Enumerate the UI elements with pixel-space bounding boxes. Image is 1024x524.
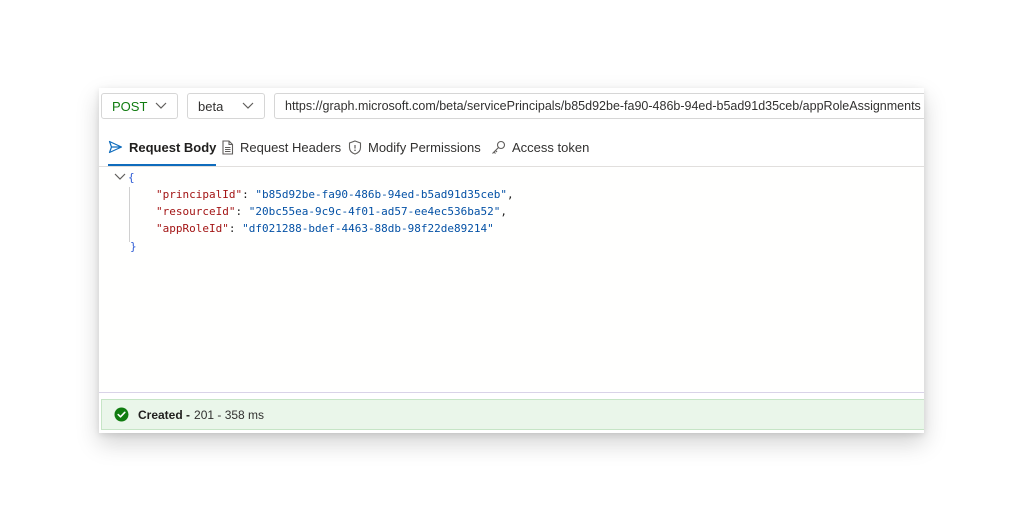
status-bar: Created - 201 - 358 ms <box>101 399 924 430</box>
json-key: "principalId" <box>156 188 243 201</box>
indent-guide <box>129 187 130 242</box>
tab-label: Access token <box>512 139 590 155</box>
tab-request-body[interactable]: Request Body <box>108 134 217 166</box>
version-value: beta <box>198 98 224 114</box>
key-icon <box>492 140 506 154</box>
tab-request-headers[interactable]: Request Headers <box>221 134 341 160</box>
method-value: POST <box>112 98 148 114</box>
send-icon <box>108 140 123 154</box>
shield-icon <box>348 139 362 155</box>
version-dropdown[interactable]: beta <box>187 93 265 119</box>
url-input[interactable]: https://graph.microsoft.com/beta/service… <box>274 93 924 119</box>
fold-chevron-icon[interactable] <box>114 172 126 182</box>
document-icon <box>222 139 234 155</box>
request-toolbar: POST beta https://graph.microsoft.com/be… <box>99 88 924 120</box>
json-value: "df021288-bdef-4463-88db-98f22de89214" <box>242 222 494 235</box>
json-key: "appRoleId" <box>156 222 229 235</box>
chevron-down-icon <box>242 102 254 109</box>
json-comma: , <box>500 205 508 218</box>
json-line-resource: "resourceId": "20bc55ea-9c9c-4f01-ad57-e… <box>156 205 508 218</box>
json-key: "resourceId" <box>156 205 236 218</box>
tab-label: Request Body <box>129 139 217 155</box>
json-comma: , <box>507 188 514 201</box>
json-open-brace: { <box>128 171 135 184</box>
graph-explorer-panel: POST beta https://graph.microsoft.com/be… <box>99 88 924 433</box>
tab-access-token[interactable]: Access token <box>491 134 589 160</box>
status-text: Created - <box>138 407 191 422</box>
status-meta: 201 - 358 ms <box>194 407 265 422</box>
request-tabs: Request Body Request Headers Modify Perm… <box>99 126 924 167</box>
success-check-icon <box>114 407 129 422</box>
json-value: "20bc55ea-9c9c-4f01-ad57-ee4ec536ba52" <box>248 205 501 218</box>
divider <box>99 392 924 393</box>
json-line-approle: "appRoleId": "df021288-bdef-4463-88db-98… <box>156 222 494 235</box>
request-body-editor[interactable]: { "principalId": "b85d92be-fa90-486b-94e… <box>99 168 924 391</box>
method-dropdown[interactable]: POST <box>101 93 178 119</box>
json-line-principal: "principalId": "b85d92be-fa90-486b-94ed-… <box>156 188 514 201</box>
json-value: "b85d92be-fa90-486b-94ed-b5ad91d35ceb" <box>255 188 508 201</box>
tab-modify-permissions[interactable]: Modify Permissions <box>348 134 481 160</box>
tab-label: Request Headers <box>240 139 342 155</box>
chevron-down-icon <box>155 102 167 109</box>
json-close-brace: } <box>130 240 137 253</box>
tab-label: Modify Permissions <box>368 139 481 155</box>
